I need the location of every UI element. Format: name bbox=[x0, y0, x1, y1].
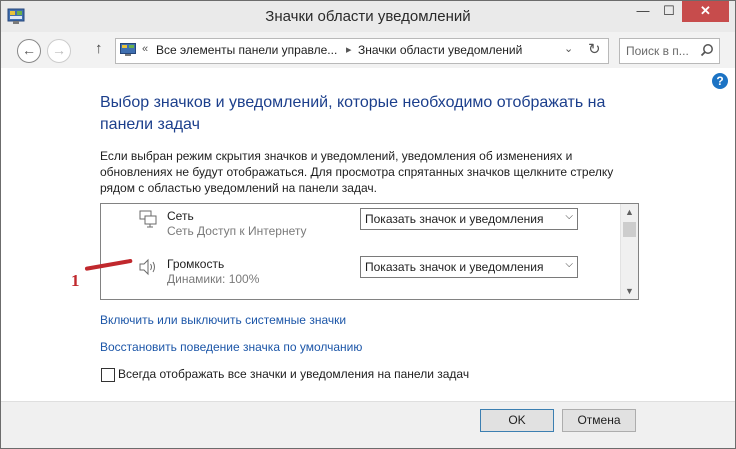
help-icon[interactable]: ? bbox=[712, 73, 728, 89]
icon-subtitle: Динамики: 100% bbox=[167, 272, 260, 286]
search-input[interactable]: Поиск в п... bbox=[619, 38, 720, 64]
title-bar[interactable]: Значки области уведомлений — ☐ ✕ bbox=[1, 1, 735, 32]
search-icon[interactable] bbox=[700, 43, 714, 57]
ok-button[interactable]: OK bbox=[480, 409, 554, 432]
back-button[interactable]: ← bbox=[17, 39, 41, 63]
notification-icons-window: Значки области уведомлений — ☐ ✕ ← → ↑ «… bbox=[0, 0, 736, 449]
chevron-down-icon: ⌵ bbox=[565, 259, 573, 270]
restore-defaults-link[interactable]: Восстановить поведение значка по умолчан… bbox=[100, 340, 362, 354]
icon-subtitle: Сеть Доступ к Интернету bbox=[167, 224, 307, 238]
speaker-icon bbox=[139, 258, 155, 276]
window-title: Значки области уведомлений bbox=[265, 8, 471, 25]
icons-list: Сеть Сеть Доступ к Интернету Показать зн… bbox=[100, 203, 639, 300]
page-title: Выбор значков и уведомлений, которые нео… bbox=[100, 94, 606, 133]
close-button[interactable]: ✕ bbox=[682, 1, 729, 22]
always-show-label[interactable]: Всегда отображать все значки и уведомлен… bbox=[118, 367, 469, 381]
scroll-down-arrow-icon[interactable]: ▼ bbox=[621, 283, 638, 299]
icon-name: Сеть bbox=[167, 209, 194, 223]
breadcrumb-overflow[interactable]: « bbox=[142, 43, 148, 55]
dialog-footer: OK Отмена bbox=[1, 401, 735, 448]
minimize-button[interactable]: — bbox=[630, 1, 656, 22]
scrollbar-thumb[interactable] bbox=[623, 222, 636, 237]
list-item-network: Сеть Сеть Доступ к Интернету Показать зн… bbox=[101, 204, 620, 250]
list-scrollbar[interactable]: ▲ ▼ bbox=[620, 204, 638, 299]
refresh-icon[interactable]: ↻ bbox=[588, 40, 601, 58]
page-description: Если выбран режим скрытия значков и увед… bbox=[100, 149, 614, 195]
search-placeholder: Поиск в п... bbox=[626, 44, 689, 58]
behavior-select[interactable]: Показать значок и уведомления ⌵ bbox=[360, 256, 578, 278]
network-icon bbox=[139, 210, 157, 228]
address-bar[interactable]: « Все элементы панели управле... ▸ Значк… bbox=[115, 38, 609, 64]
behavior-select[interactable]: Показать значок и уведомления ⌵ bbox=[360, 208, 578, 230]
navigation-bar: ← → ↑ « Все элементы панели управле... ▸… bbox=[1, 32, 735, 68]
icon-name: Громкость bbox=[167, 257, 225, 271]
behavior-select-value: Показать значок и уведомления bbox=[365, 260, 544, 274]
scroll-up-arrow-icon[interactable]: ▲ bbox=[621, 204, 638, 220]
breadcrumb-all-control-panel[interactable]: Все элементы панели управле... bbox=[156, 43, 337, 57]
main-content: ? Выбор значков и уведомлений, которые н… bbox=[1, 68, 735, 401]
behavior-select-value: Показать значок и уведомления bbox=[365, 212, 544, 226]
system-icons-link[interactable]: Включить или выключить системные значки bbox=[100, 313, 346, 327]
forward-button[interactable]: → bbox=[47, 39, 71, 63]
breadcrumb-separator[interactable]: ▸ bbox=[346, 43, 352, 56]
address-dropdown-icon[interactable]: ⌄ bbox=[564, 42, 573, 55]
chevron-down-icon: ⌵ bbox=[565, 211, 573, 222]
maximize-button[interactable]: ☐ bbox=[656, 1, 682, 22]
annotation-number: 1 bbox=[71, 271, 80, 290]
control-panel-icon bbox=[120, 43, 136, 56]
cancel-button[interactable]: Отмена bbox=[562, 409, 636, 432]
breadcrumb-notification-icons[interactable]: Значки области уведомлений bbox=[358, 43, 522, 57]
list-item-volume: Громкость Динамики: 100% Показать значок… bbox=[101, 252, 620, 298]
always-show-checkbox[interactable] bbox=[101, 368, 115, 382]
up-button[interactable]: ↑ bbox=[95, 40, 103, 57]
